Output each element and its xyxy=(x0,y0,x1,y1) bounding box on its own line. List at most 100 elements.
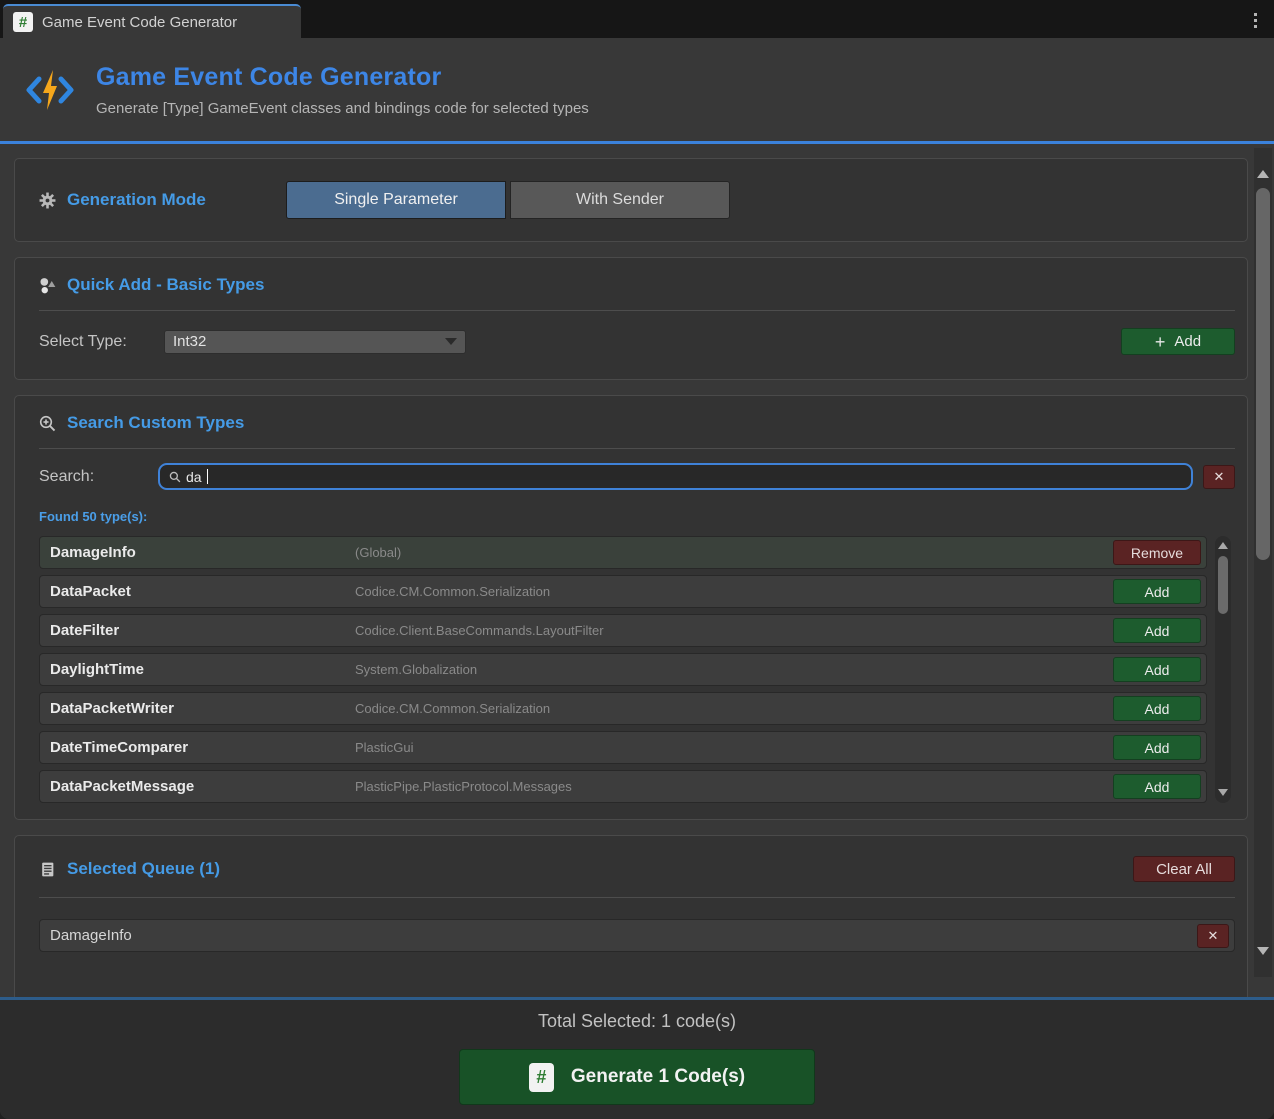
shapes-icon xyxy=(39,277,56,294)
hash-glyph: # xyxy=(19,15,27,30)
close-icon: ✕ xyxy=(1208,928,1219,944)
search-title: Search Custom Types xyxy=(67,413,244,433)
add-type-button[interactable]: Add xyxy=(1113,618,1201,643)
type-name: DataPacketWriter xyxy=(50,700,355,717)
type-dropdown-value: Int32 xyxy=(173,333,445,350)
type-name: DateTimeComparer xyxy=(50,739,355,756)
scroll-down-arrow-icon[interactable] xyxy=(1218,789,1228,796)
generation-mode-heading: Generation Mode xyxy=(39,190,286,210)
type-namespace: PlasticGui xyxy=(355,740,1113,755)
tab-bar: # Game Event Code Generator xyxy=(0,0,1274,38)
list-icon xyxy=(39,861,56,878)
hash-glyph: # xyxy=(536,1068,546,1086)
search-label: Search: xyxy=(39,468,158,486)
type-row-datapacketwriter: DataPacketWriter Codice.CM.Common.Serial… xyxy=(39,692,1207,725)
divider xyxy=(39,448,1235,449)
add-type-button[interactable]: Add xyxy=(1113,579,1201,604)
type-namespace: System.Globalization xyxy=(355,662,1113,677)
results-scrollbar[interactable] xyxy=(1215,536,1231,803)
header-text: Game Event Code Generator Generate [Type… xyxy=(96,63,589,117)
search-row: Search: da ✕ xyxy=(39,463,1235,490)
close-icon: ✕ xyxy=(1214,469,1225,485)
scroll-up-arrow-icon[interactable] xyxy=(1257,170,1269,178)
page-title: Game Event Code Generator xyxy=(96,63,589,92)
type-name: DaylightTime xyxy=(50,661,355,678)
queue-heading: Selected Queue (1) Clear All xyxy=(39,856,1235,882)
search-results-list: DamageInfo (Global) Remove DataPacket Co… xyxy=(39,536,1207,803)
search-results: DamageInfo (Global) Remove DataPacket Co… xyxy=(39,536,1235,803)
type-namespace: Codice.CM.Common.Serialization xyxy=(355,701,1113,716)
type-namespace: PlasticPipe.PlasticProtocol.Messages xyxy=(355,779,1113,794)
type-row-datapacket: DataPacket Codice.CM.Common.Serializatio… xyxy=(39,575,1207,608)
generation-mode-toggle: Single Parameter With Sender xyxy=(286,181,730,219)
zoom-in-icon xyxy=(39,415,56,432)
type-row-datapacketmessage: DataPacketMessage PlasticPipe.PlasticPro… xyxy=(39,770,1207,803)
quick-add-button[interactable]: + Add xyxy=(1121,328,1235,355)
quick-add-button-label: Add xyxy=(1174,333,1201,350)
remove-type-button[interactable]: Remove xyxy=(1113,540,1201,565)
add-type-button[interactable]: Add xyxy=(1113,657,1201,682)
scroll-up-arrow-icon[interactable] xyxy=(1218,542,1228,549)
found-count-label: Found 50 type(s): xyxy=(39,509,1235,524)
tab-title: Game Event Code Generator xyxy=(42,14,237,31)
quick-add-heading: Quick Add - Basic Types xyxy=(39,275,1235,295)
search-query-text: da xyxy=(186,469,202,485)
queue-item-name: DamageInfo xyxy=(50,927,1197,944)
divider xyxy=(39,897,1235,898)
page-subtitle: Generate [Type] GameEvent classes and bi… xyxy=(96,100,589,117)
generate-button[interactable]: # Generate 1 Code(s) xyxy=(459,1049,815,1105)
generation-mode-title: Generation Mode xyxy=(67,190,206,210)
quick-add-title: Quick Add - Basic Types xyxy=(67,275,264,295)
add-type-button[interactable]: Add xyxy=(1113,774,1201,799)
add-type-button[interactable]: Add xyxy=(1113,696,1201,721)
select-type-label: Select Type: xyxy=(39,333,164,351)
window-scrollbar[interactable] xyxy=(1254,148,1272,977)
scroll-down-arrow-icon[interactable] xyxy=(1257,947,1269,955)
quick-add-panel: Quick Add - Basic Types Select Type: Int… xyxy=(14,257,1248,380)
remove-queue-item-button[interactable]: ✕ xyxy=(1197,924,1229,948)
header: Game Event Code Generator Generate [Type… xyxy=(0,38,1274,141)
total-selected-label: Total Selected: 1 code(s) xyxy=(538,1011,736,1032)
clear-search-button[interactable]: ✕ xyxy=(1203,465,1235,489)
search-heading: Search Custom Types xyxy=(39,413,1235,433)
with-sender-button[interactable]: With Sender xyxy=(510,181,730,219)
search-icon xyxy=(169,471,181,483)
tab-game-event-code-generator[interactable]: # Game Event Code Generator xyxy=(3,4,301,38)
search-panel: Search Custom Types Search: da ✕ Found 5… xyxy=(14,395,1248,820)
clear-all-button[interactable]: Clear All xyxy=(1133,856,1235,882)
type-row-daylighttime: DaylightTime System.Globalization Add xyxy=(39,653,1207,686)
csharp-script-icon: # xyxy=(529,1063,554,1092)
single-parameter-button[interactable]: Single Parameter xyxy=(286,181,506,219)
text-cursor xyxy=(207,469,208,484)
type-name: DataPacketMessage xyxy=(50,778,355,795)
generation-mode-panel: Generation Mode Single Parameter With Se… xyxy=(14,158,1248,242)
editor-window: # Game Event Code Generator Game Event C… xyxy=(0,0,1274,1119)
selected-queue-panel: Selected Queue (1) Clear All DamageInfo … xyxy=(14,835,1248,997)
window-menu-kebab-icon[interactable] xyxy=(1248,10,1262,30)
window-scrollbar-thumb[interactable] xyxy=(1256,188,1270,560)
queue-title: Selected Queue (1) xyxy=(67,859,220,879)
gear-icon xyxy=(39,192,56,209)
generate-button-label: Generate 1 Code(s) xyxy=(571,1066,745,1088)
type-name: DataPacket xyxy=(50,583,355,600)
type-name: DateFilter xyxy=(50,622,355,639)
type-row-datefilter: DateFilter Codice.Client.BaseCommands.La… xyxy=(39,614,1207,647)
chevron-down-icon xyxy=(445,338,457,345)
divider xyxy=(39,310,1235,311)
type-row-damageinfo: DamageInfo (Global) Remove xyxy=(39,536,1207,569)
main-content: Generation Mode Single Parameter With Se… xyxy=(0,144,1274,997)
queue-item-damageinfo: DamageInfo ✕ xyxy=(39,919,1235,952)
type-name: DamageInfo xyxy=(50,544,355,561)
code-lightning-logo-icon xyxy=(26,66,74,114)
csharp-script-icon: # xyxy=(13,12,33,32)
footer: Total Selected: 1 code(s) # Generate 1 C… xyxy=(0,997,1274,1119)
quick-add-row: Select Type: Int32 + Add xyxy=(39,328,1235,355)
type-namespace: Codice.CM.Common.Serialization xyxy=(355,584,1113,599)
type-namespace: Codice.Client.BaseCommands.LayoutFilter xyxy=(355,623,1113,638)
type-namespace: (Global) xyxy=(355,545,1113,560)
type-dropdown[interactable]: Int32 xyxy=(164,330,466,354)
type-row-datetimecomparer: DateTimeComparer PlasticGui Add xyxy=(39,731,1207,764)
add-type-button[interactable]: Add xyxy=(1113,735,1201,760)
search-input[interactable]: da xyxy=(158,463,1193,490)
results-scrollbar-thumb[interactable] xyxy=(1218,556,1228,614)
